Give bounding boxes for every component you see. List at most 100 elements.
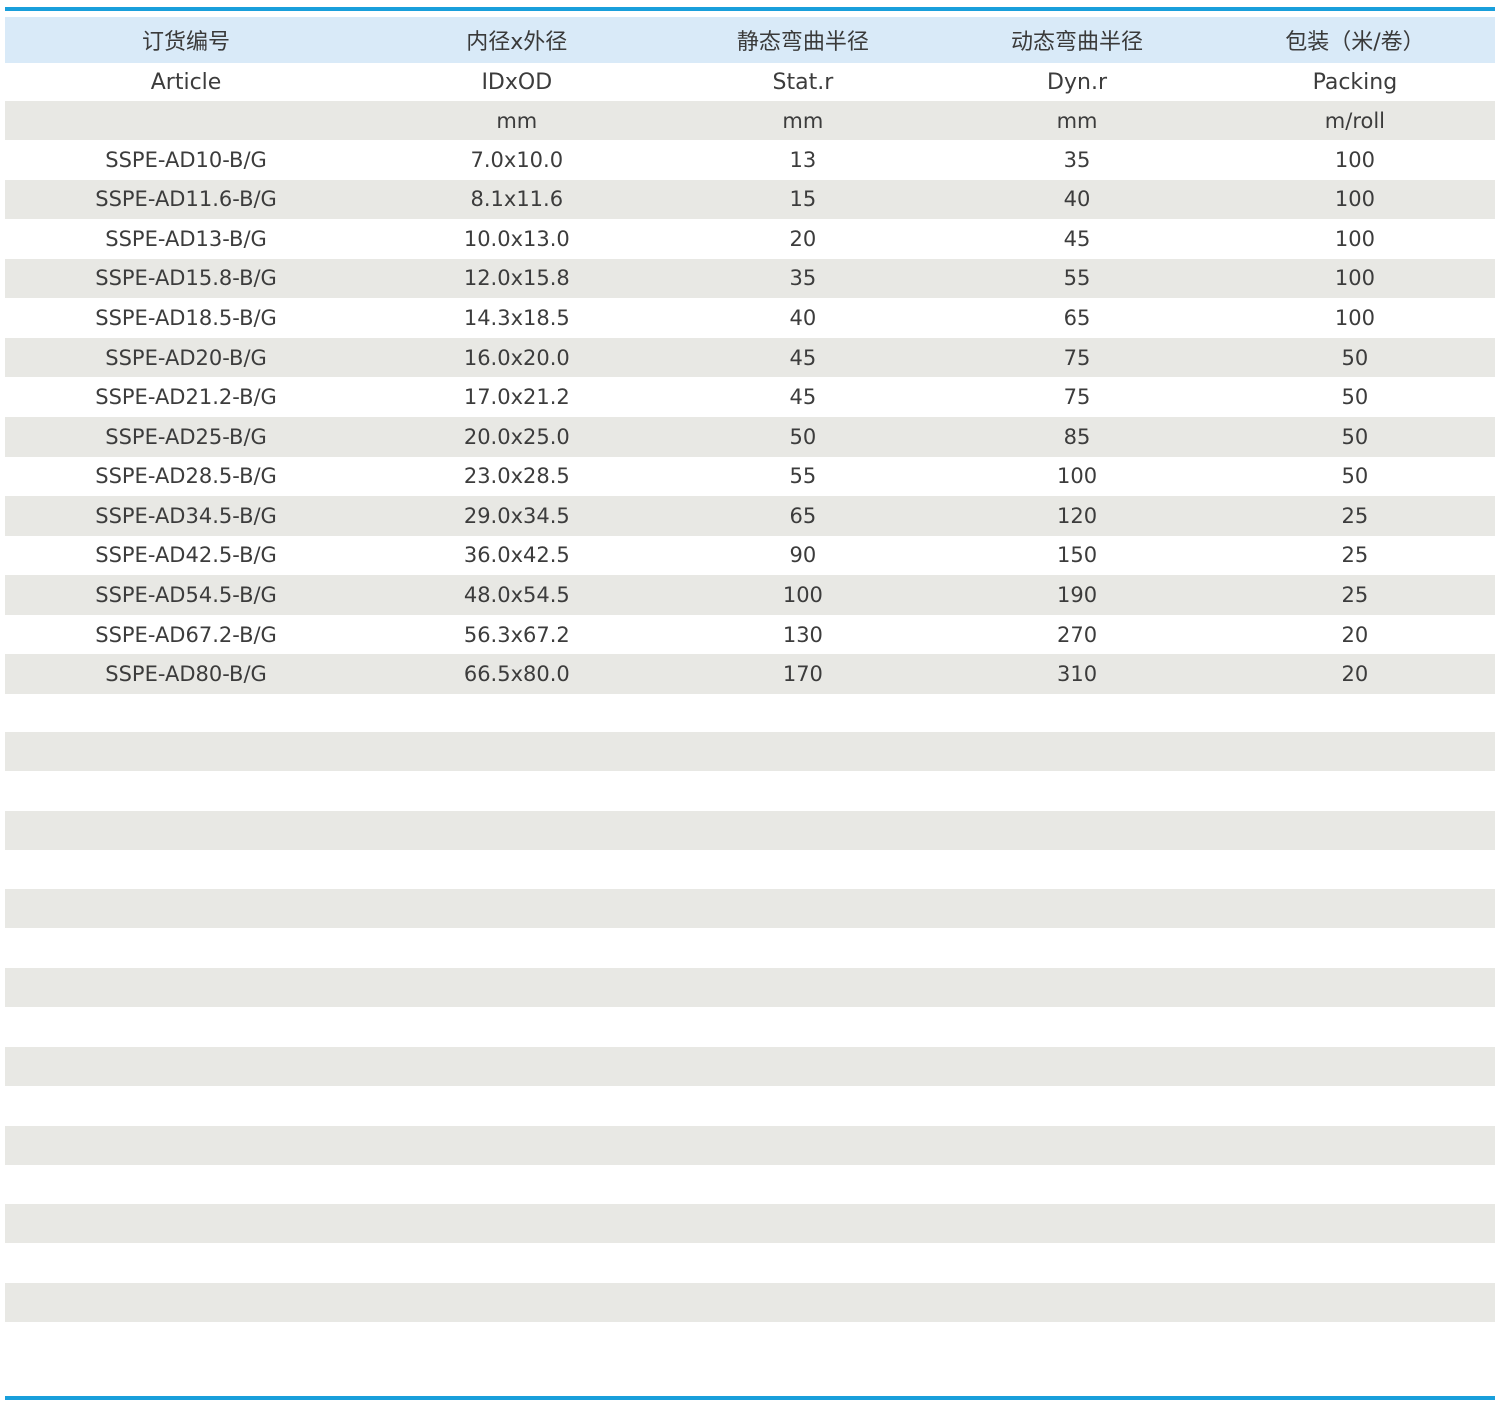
table-row: SSPE-AD28.5-B/G23.0x28.55510050 xyxy=(5,457,1495,497)
table-cell-article: SSPE-AD13-B/G xyxy=(5,227,367,251)
table-cell-article: SSPE-AD67.2-B/G xyxy=(5,623,367,647)
table-cell-id_od: 66.5x80.0 xyxy=(367,662,666,686)
table-cell-packing: 100 xyxy=(1215,227,1495,251)
table-cell-id_od: 7.0x10.0 xyxy=(367,148,666,172)
empty-row-stripe xyxy=(5,1126,1495,1165)
table-row: SSPE-AD13-B/G10.0x13.02045100 xyxy=(5,219,1495,259)
table-header-row-zh: 订货编号 内径x外径 静态弯曲半径 动态弯曲半径 包装（米/卷） xyxy=(5,17,1495,63)
table-header-row-units: mm mm mm m/roll xyxy=(5,101,1495,140)
table-cell-packing: 50 xyxy=(1215,464,1495,488)
table-cell-dyn_r: 45 xyxy=(939,227,1215,251)
table-cell-stat_r: 90 xyxy=(667,543,940,567)
table-cell-article: SSPE-AD34.5-B/G xyxy=(5,504,367,528)
table-body: SSPE-AD10-B/G7.0x10.01335100SSPE-AD11.6-… xyxy=(5,140,1495,694)
table-cell-dyn_r: 85 xyxy=(939,425,1215,449)
table-cell-dyn_r: 75 xyxy=(939,385,1215,409)
table-cell-article: SSPE-AD80-B/G xyxy=(5,662,367,686)
empty-row-stripe xyxy=(5,889,1495,928)
table-cell-dyn_r: 35 xyxy=(939,148,1215,172)
table-cell-dyn_r: 270 xyxy=(939,623,1215,647)
table-cell-article: SSPE-AD25-B/G xyxy=(5,425,367,449)
table-row: SSPE-AD18.5-B/G14.3x18.54065100 xyxy=(5,298,1495,338)
table-cell-article: SSPE-AD54.5-B/G xyxy=(5,583,367,607)
table-cell-dyn_r: 310 xyxy=(939,662,1215,686)
table-cell-id_od: 20.0x25.0 xyxy=(367,425,666,449)
column-header-packing-zh: 包装（米/卷） xyxy=(1215,24,1495,56)
table-cell-packing: 50 xyxy=(1215,346,1495,370)
top-accent-line xyxy=(5,7,1495,11)
table-cell-dyn_r: 120 xyxy=(939,504,1215,528)
table-cell-dyn_r: 55 xyxy=(939,266,1215,290)
table-cell-stat_r: 40 xyxy=(667,306,940,330)
table-cell-packing: 20 xyxy=(1215,662,1495,686)
column-unit-packing: m/roll xyxy=(1215,109,1495,133)
column-unit-dynr: mm xyxy=(939,109,1215,133)
table-cell-dyn_r: 150 xyxy=(939,543,1215,567)
table-cell-id_od: 12.0x15.8 xyxy=(367,266,666,290)
column-header-packing-en: Packing xyxy=(1215,70,1495,95)
table-cell-packing: 50 xyxy=(1215,385,1495,409)
table-cell-article: SSPE-AD28.5-B/G xyxy=(5,464,367,488)
spec-table: 订货编号 内径x外径 静态弯曲半径 动态弯曲半径 包装（米/卷） Article… xyxy=(5,17,1495,694)
table-cell-packing: 100 xyxy=(1215,148,1495,172)
table-row: SSPE-AD11.6-B/G8.1x11.61540100 xyxy=(5,180,1495,220)
empty-row-stripe xyxy=(5,968,1495,1007)
table-row: SSPE-AD54.5-B/G48.0x54.510019025 xyxy=(5,575,1495,615)
table-cell-article: SSPE-AD15.8-B/G xyxy=(5,266,367,290)
empty-row-stripe xyxy=(5,1283,1495,1322)
table-cell-id_od: 36.0x42.5 xyxy=(367,543,666,567)
table-cell-packing: 25 xyxy=(1215,504,1495,528)
table-cell-stat_r: 35 xyxy=(667,266,940,290)
table-cell-stat_r: 100 xyxy=(667,583,940,607)
table-cell-article: SSPE-AD42.5-B/G xyxy=(5,543,367,567)
table-cell-stat_r: 170 xyxy=(667,662,940,686)
table-cell-id_od: 48.0x54.5 xyxy=(367,583,666,607)
table-cell-packing: 100 xyxy=(1215,187,1495,211)
empty-row-stripe xyxy=(5,811,1495,850)
table-cell-packing: 100 xyxy=(1215,306,1495,330)
table-cell-stat_r: 65 xyxy=(667,504,940,528)
table-cell-stat_r: 45 xyxy=(667,346,940,370)
table-row: SSPE-AD42.5-B/G36.0x42.59015025 xyxy=(5,536,1495,576)
table-cell-stat_r: 13 xyxy=(667,148,940,172)
table-cell-dyn_r: 75 xyxy=(939,346,1215,370)
table-cell-stat_r: 55 xyxy=(667,464,940,488)
table-cell-id_od: 16.0x20.0 xyxy=(367,346,666,370)
table-cell-article: SSPE-AD20-B/G xyxy=(5,346,367,370)
column-header-dynr-zh: 动态弯曲半径 xyxy=(939,24,1215,56)
column-header-statr-en: Stat.r xyxy=(667,70,940,95)
table-cell-id_od: 14.3x18.5 xyxy=(367,306,666,330)
table-cell-stat_r: 50 xyxy=(667,425,940,449)
table-row: SSPE-AD10-B/G7.0x10.01335100 xyxy=(5,140,1495,180)
table-cell-id_od: 23.0x28.5 xyxy=(367,464,666,488)
table-cell-id_od: 29.0x34.5 xyxy=(367,504,666,528)
empty-row-stripe xyxy=(5,1204,1495,1243)
table-cell-packing: 100 xyxy=(1215,266,1495,290)
table-cell-packing: 50 xyxy=(1215,425,1495,449)
table-row: SSPE-AD80-B/G66.5x80.017031020 xyxy=(5,654,1495,694)
table-cell-article: SSPE-AD10-B/G xyxy=(5,148,367,172)
table-header-row-en: Article IDxOD Stat.r Dyn.r Packing xyxy=(5,63,1495,101)
column-header-article-zh: 订货编号 xyxy=(5,24,367,56)
column-header-article-en: Article xyxy=(5,70,367,95)
table-cell-article: SSPE-AD18.5-B/G xyxy=(5,306,367,330)
table-cell-dyn_r: 100 xyxy=(939,464,1215,488)
table-cell-packing: 20 xyxy=(1215,623,1495,647)
table-row: SSPE-AD15.8-B/G12.0x15.83555100 xyxy=(5,259,1495,299)
table-cell-stat_r: 20 xyxy=(667,227,940,251)
table-cell-dyn_r: 65 xyxy=(939,306,1215,330)
table-row: SSPE-AD20-B/G16.0x20.0457550 xyxy=(5,338,1495,378)
column-header-statr-zh: 静态弯曲半径 xyxy=(667,24,940,56)
table-cell-stat_r: 130 xyxy=(667,623,940,647)
table-cell-dyn_r: 40 xyxy=(939,187,1215,211)
table-row: SSPE-AD34.5-B/G29.0x34.56512025 xyxy=(5,496,1495,536)
empty-row-stripe xyxy=(5,1047,1495,1086)
column-header-dynr-en: Dyn.r xyxy=(939,70,1215,95)
table-cell-id_od: 10.0x13.0 xyxy=(367,227,666,251)
table-cell-packing: 25 xyxy=(1215,583,1495,607)
table-row: SSPE-AD21.2-B/G17.0x21.2457550 xyxy=(5,377,1495,417)
catalog-page: 订货编号 内径x外径 静态弯曲半径 动态弯曲半径 包装（米/卷） Article… xyxy=(0,0,1500,1408)
table-cell-id_od: 8.1x11.6 xyxy=(367,187,666,211)
table-cell-article: SSPE-AD21.2-B/G xyxy=(5,385,367,409)
column-header-idod-zh: 内径x外径 xyxy=(367,24,666,56)
